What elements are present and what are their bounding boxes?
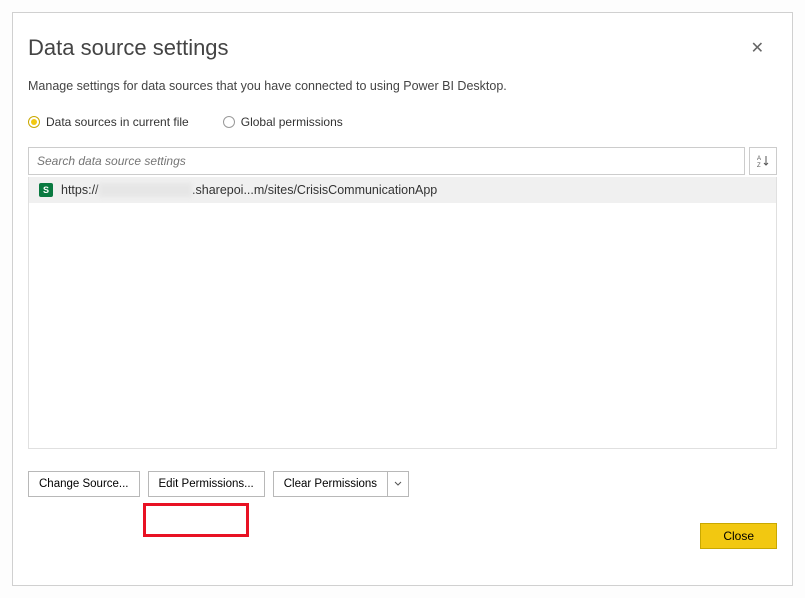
footer-button-row: Change Source... Edit Permissions... Cle…	[28, 471, 777, 497]
data-source-list: S https://xxxxxx.sharepoi...m/sites/Cris…	[28, 177, 777, 449]
dialog-title: Data source settings	[28, 35, 777, 61]
edit-permissions-button[interactable]: Edit Permissions...	[148, 471, 265, 497]
chevron-down-icon	[394, 480, 402, 488]
data-source-url: https://xxxxxx.sharepoi...m/sites/Crisis…	[61, 183, 437, 197]
search-input[interactable]	[28, 147, 745, 175]
radio-unchecked-icon	[223, 116, 235, 128]
sort-button[interactable]: A Z	[749, 147, 777, 175]
close-button[interactable]: Close	[700, 523, 777, 549]
clear-permissions-dropdown[interactable]	[387, 471, 409, 497]
svg-text:A: A	[757, 156, 761, 162]
radio-label: Data sources in current file	[46, 115, 189, 129]
data-source-item[interactable]: S https://xxxxxx.sharepoi...m/sites/Cris…	[29, 177, 776, 203]
change-source-button[interactable]: Change Source...	[28, 471, 140, 497]
dialog-subtitle: Manage settings for data sources that yo…	[28, 79, 777, 93]
scope-radio-group: Data sources in current file Global perm…	[28, 115, 777, 129]
close-icon[interactable]: ✕	[751, 41, 764, 57]
radio-checked-icon	[28, 116, 40, 128]
data-source-settings-dialog: ✕ Data source settings Manage settings f…	[12, 12, 793, 586]
svg-text:Z: Z	[757, 163, 761, 168]
sharepoint-icon: S	[39, 183, 53, 197]
redacted-segment: xxxxxx	[99, 183, 193, 197]
radio-current-file[interactable]: Data sources in current file	[28, 115, 189, 129]
clear-permissions-button[interactable]: Clear Permissions	[273, 471, 387, 497]
close-row: Close	[28, 523, 777, 549]
radio-global-permissions[interactable]: Global permissions	[223, 115, 343, 129]
radio-label: Global permissions	[241, 115, 343, 129]
search-row: A Z	[28, 147, 777, 175]
sort-az-icon: A Z	[756, 154, 770, 168]
